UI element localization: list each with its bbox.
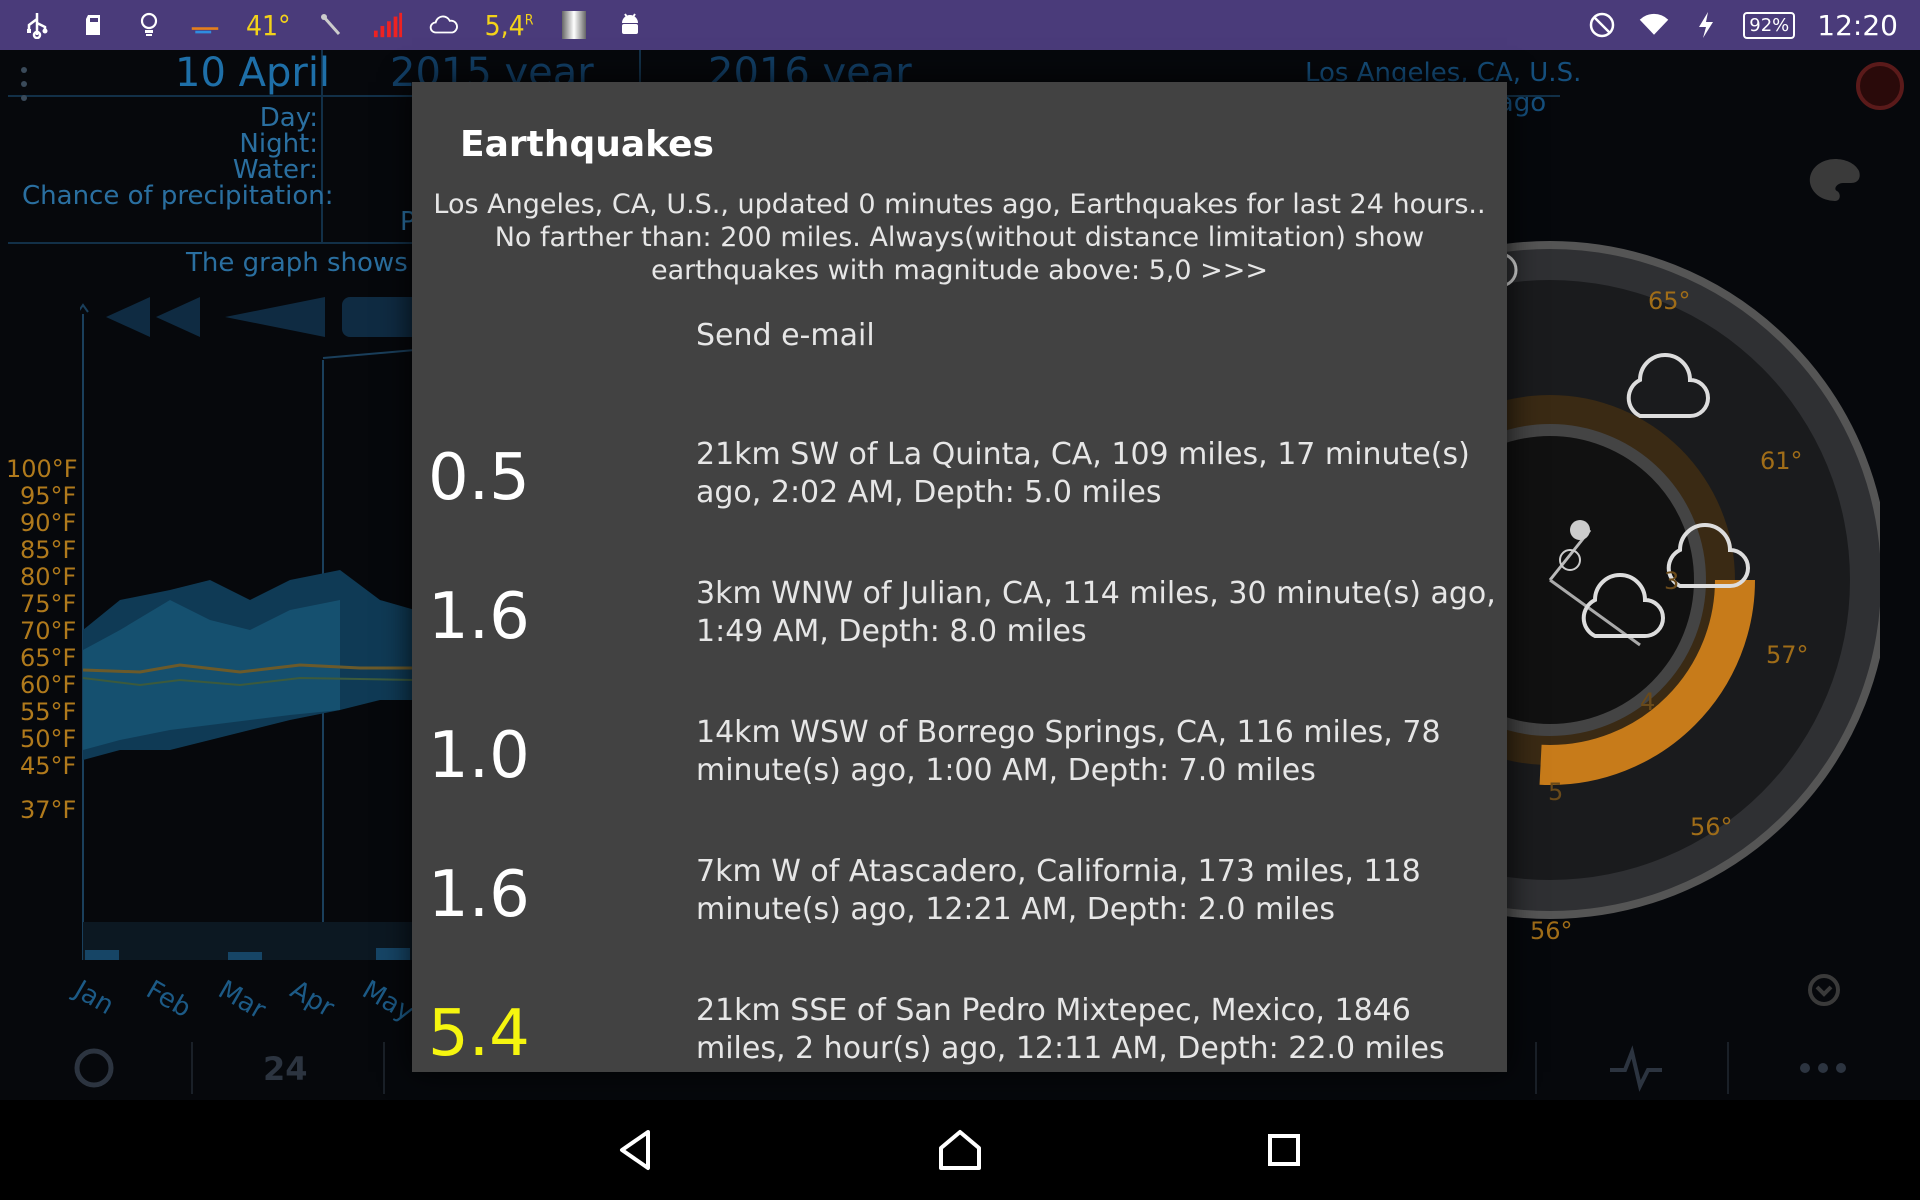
clock: 12:20 (1817, 8, 1898, 42)
expand-down-icon[interactable] (1806, 972, 1842, 1008)
send-email-button[interactable]: Send e-mail (696, 318, 875, 353)
home-icon (939, 1130, 981, 1170)
y-axis-label: 55°F (20, 698, 77, 726)
earthquake-row[interactable]: 1.6 7km W of Atascadero, California, 173… (412, 854, 1507, 985)
dial-temp: 56° (1690, 813, 1733, 841)
header-date: 10 April (175, 50, 331, 96)
dialog-title: Earthquakes (460, 124, 714, 165)
status-reading-value: 5,4 (484, 8, 525, 42)
earthquake-magnitude: 0.5 (428, 441, 530, 515)
y-axis-label: 100°F (6, 455, 78, 483)
status-bar: 41° 5,4R 92% 12:20 (0, 0, 1920, 50)
recents-button[interactable] (1254, 1122, 1314, 1178)
earthquake-details: 3km WNW of Julian, CA, 114 miles, 30 min… (696, 576, 1496, 649)
dial-temp: 61° (1760, 447, 1803, 475)
toolbar-item-24[interactable]: 24 (263, 1050, 308, 1088)
y-axis-label: 75°F (20, 590, 77, 618)
weather-widget-icon (190, 10, 220, 40)
label-precipitation: Chance of precipitation: (22, 181, 334, 211)
earthquake-row[interactable]: 0.5 21km SW of La Quinta, CA, 109 miles,… (412, 437, 1507, 568)
y-axis-label: 80°F (20, 563, 77, 591)
gradient-icon (559, 10, 589, 40)
charging-icon (1691, 10, 1721, 40)
dialog-subtitle-settings[interactable]: Los Angeles, CA, U.S., updated 0 minutes… (412, 188, 1507, 287)
dial-hour: 3 (1664, 567, 1680, 595)
y-axis-label: 95°F (20, 482, 77, 510)
signal-bars-icon (373, 10, 403, 40)
status-reading: 5,4R (485, 9, 534, 42)
cloud-icon (429, 10, 459, 40)
wifi-icon (1639, 10, 1669, 40)
dial-temp: 57° (1766, 641, 1809, 669)
timeline-scroller[interactable] (100, 295, 420, 340)
palette-icon[interactable] (1805, 155, 1865, 205)
temperature-graph (80, 303, 415, 960)
earthquake-magnitude: 5.4 (428, 997, 530, 1071)
earthquake-row[interactable]: 1.0 14km WSW of Borrego Springs, CA, 116… (412, 715, 1507, 846)
y-axis-label: 90°F (20, 509, 77, 537)
sd-card-icon (78, 10, 108, 40)
navigation-bar (0, 1100, 1920, 1200)
status-temperature: 41° (246, 8, 291, 42)
recents-icon (1268, 1134, 1300, 1166)
earthquakes-dialog: Earthquakes Los Angeles, CA, U.S., updat… (412, 82, 1507, 1072)
graph-note: The graph shows t (186, 248, 427, 278)
usb-icon (22, 10, 52, 40)
earthquake-details: 14km WSW of Borrego Springs, CA, 116 mil… (696, 715, 1441, 788)
y-axis-label: 37°F (20, 796, 77, 824)
dial-temp: 56° (1530, 917, 1573, 945)
probe-icon (317, 10, 347, 40)
y-axis-label: 45°F (20, 752, 77, 780)
y-axis-label: 60°F (20, 671, 77, 699)
y-axis-label: 85°F (20, 536, 77, 564)
home-button[interactable] (930, 1122, 990, 1178)
earthquake-details: 7km W of Atascadero, California, 173 mil… (696, 854, 1421, 927)
y-axis-label: 50°F (20, 725, 77, 753)
status-reading-sup: R (524, 12, 534, 29)
earthquake-details: 21km SSE of San Pedro Mixtepec, Mexico, … (696, 993, 1445, 1066)
y-axis-label: 70°F (20, 617, 77, 645)
earthquake-details: 21km SW of La Quinta, CA, 109 miles, 17 … (696, 437, 1470, 510)
linkedin-icon[interactable] (1854, 60, 1906, 112)
earthquake-row[interactable]: 5.4 21km SSE of San Pedro Mixtepec, Mexi… (412, 993, 1507, 1072)
dial-temp: 65° (1648, 287, 1691, 315)
android-icon (615, 10, 645, 40)
earthquake-magnitude: 1.0 (428, 719, 530, 793)
back-button[interactable] (606, 1122, 666, 1178)
lightbulb-icon (134, 10, 164, 40)
dial-hour: 4 (1640, 688, 1656, 716)
back-icon (620, 1130, 650, 1170)
earthquake-magnitude: 1.6 (428, 858, 530, 932)
battery-level: 92% (1743, 11, 1796, 39)
earthquake-row[interactable]: 1.6 3km WNW of Julian, CA, 114 miles, 30… (412, 576, 1507, 707)
do-not-disturb-icon (1587, 10, 1617, 40)
dial-hour: 5 (1548, 778, 1564, 806)
earthquake-magnitude: 1.6 (428, 580, 530, 654)
y-axis-label: 65°F (20, 644, 77, 672)
